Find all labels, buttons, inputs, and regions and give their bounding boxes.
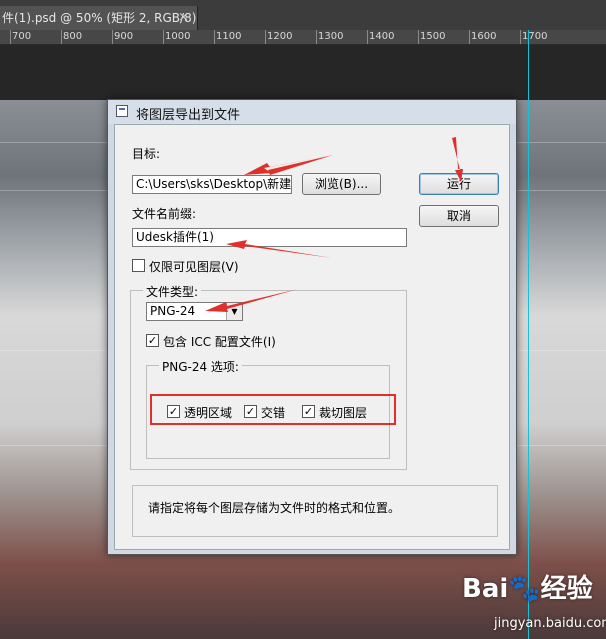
- icc-checkbox[interactable]: ✓: [146, 334, 159, 347]
- png-options-group-title: PNG-24 选项:: [159, 358, 242, 375]
- ruler-label: 1200: [267, 31, 293, 42]
- ruler-label: 1000: [165, 31, 191, 42]
- document-tab-bar: 件(1).psd @ 50% (矩形 2, RGB/8) ×: [0, 0, 606, 31]
- ruler-tick: [163, 30, 164, 44]
- highlight-box: [150, 394, 396, 425]
- guide-line: [528, 30, 529, 639]
- ruler-tick: [367, 30, 368, 44]
- ruler-label: 1400: [369, 31, 395, 42]
- ruler-tick: [112, 30, 113, 44]
- watermark-url: jingyan.baidu.com: [494, 616, 606, 631]
- description-box: 请指定将每个图层存储为文件时的格式和位置。: [132, 485, 498, 537]
- ruler-label: 1300: [318, 31, 344, 42]
- browse-button[interactable]: 浏览(B)...: [302, 173, 381, 195]
- export-layers-dialog: 将图层导出到文件 目标: C:\Users\sks\Desktop\新建文 浏览…: [107, 99, 517, 555]
- document-tab[interactable]: 件(1).psd @ 50% (矩形 2, RGB/8) ×: [0, 6, 198, 30]
- dialog-body: 目标: C:\Users\sks\Desktop\新建文 浏览(B)... 运行…: [114, 124, 510, 550]
- run-button[interactable]: 运行: [419, 173, 499, 195]
- visible-only-checkbox[interactable]: [132, 259, 145, 272]
- target-path-input[interactable]: C:\Users\sks\Desktop\新建文: [132, 175, 292, 194]
- ruler-tick: [10, 30, 11, 44]
- ruler-label: 700: [12, 31, 32, 42]
- file-type-group: 文件类型: PNG-24 ▼ ✓ 包含 ICC 配置文件(I) PNG-24 选…: [130, 283, 407, 470]
- window-icon: [116, 105, 128, 117]
- close-icon[interactable]: ×: [178, 6, 189, 30]
- target-label: 目标:: [132, 147, 161, 161]
- horizontal-ruler: 700 800 900 1000 1100 1200 1300 1400 1500 1600 170…: [0, 30, 606, 45]
- document-tab-title: 件(1).psd @ 50% (矩形 2, RGB/8): [2, 11, 197, 25]
- ruler-label: 900: [114, 31, 134, 42]
- dialog-title: 将图层导出到文件: [136, 108, 241, 123]
- baidu-jingyan-logo: Bai🐾经验: [462, 574, 593, 604]
- prefix-label: 文件名前缀:: [132, 207, 197, 221]
- ruler-tick: [469, 30, 470, 44]
- ruler-label: 1700: [522, 31, 548, 42]
- ruler-label: 800: [63, 31, 83, 42]
- ruler-tick: [214, 30, 215, 44]
- ruler-label: 1600: [471, 31, 497, 42]
- ruler-tick: [316, 30, 317, 44]
- prefix-input[interactable]: Udesk插件(1): [132, 228, 407, 247]
- ruler-label: 1100: [216, 31, 242, 42]
- ruler-tick: [520, 30, 521, 44]
- ruler-tick: [265, 30, 266, 44]
- ruler-tick: [61, 30, 62, 44]
- icc-label: 包含 ICC 配置文件(I): [163, 335, 276, 349]
- chevron-down-icon[interactable]: ▼: [226, 303, 242, 320]
- visible-only-label: 仅限可见图层(V): [149, 260, 239, 274]
- cancel-button[interactable]: 取消: [419, 205, 499, 227]
- dialog-titlebar[interactable]: 将图层导出到文件: [108, 100, 516, 124]
- file-type-value: PNG-24: [150, 304, 196, 318]
- ruler-tick: [418, 30, 419, 44]
- description-text: 请指定将每个图层存储为文件时的格式和位置。: [148, 501, 401, 515]
- ruler-label: 1500: [420, 31, 446, 42]
- file-type-group-title: 文件类型:: [143, 283, 202, 300]
- pasteboard: [0, 45, 606, 100]
- file-type-select[interactable]: PNG-24 ▼: [146, 302, 243, 321]
